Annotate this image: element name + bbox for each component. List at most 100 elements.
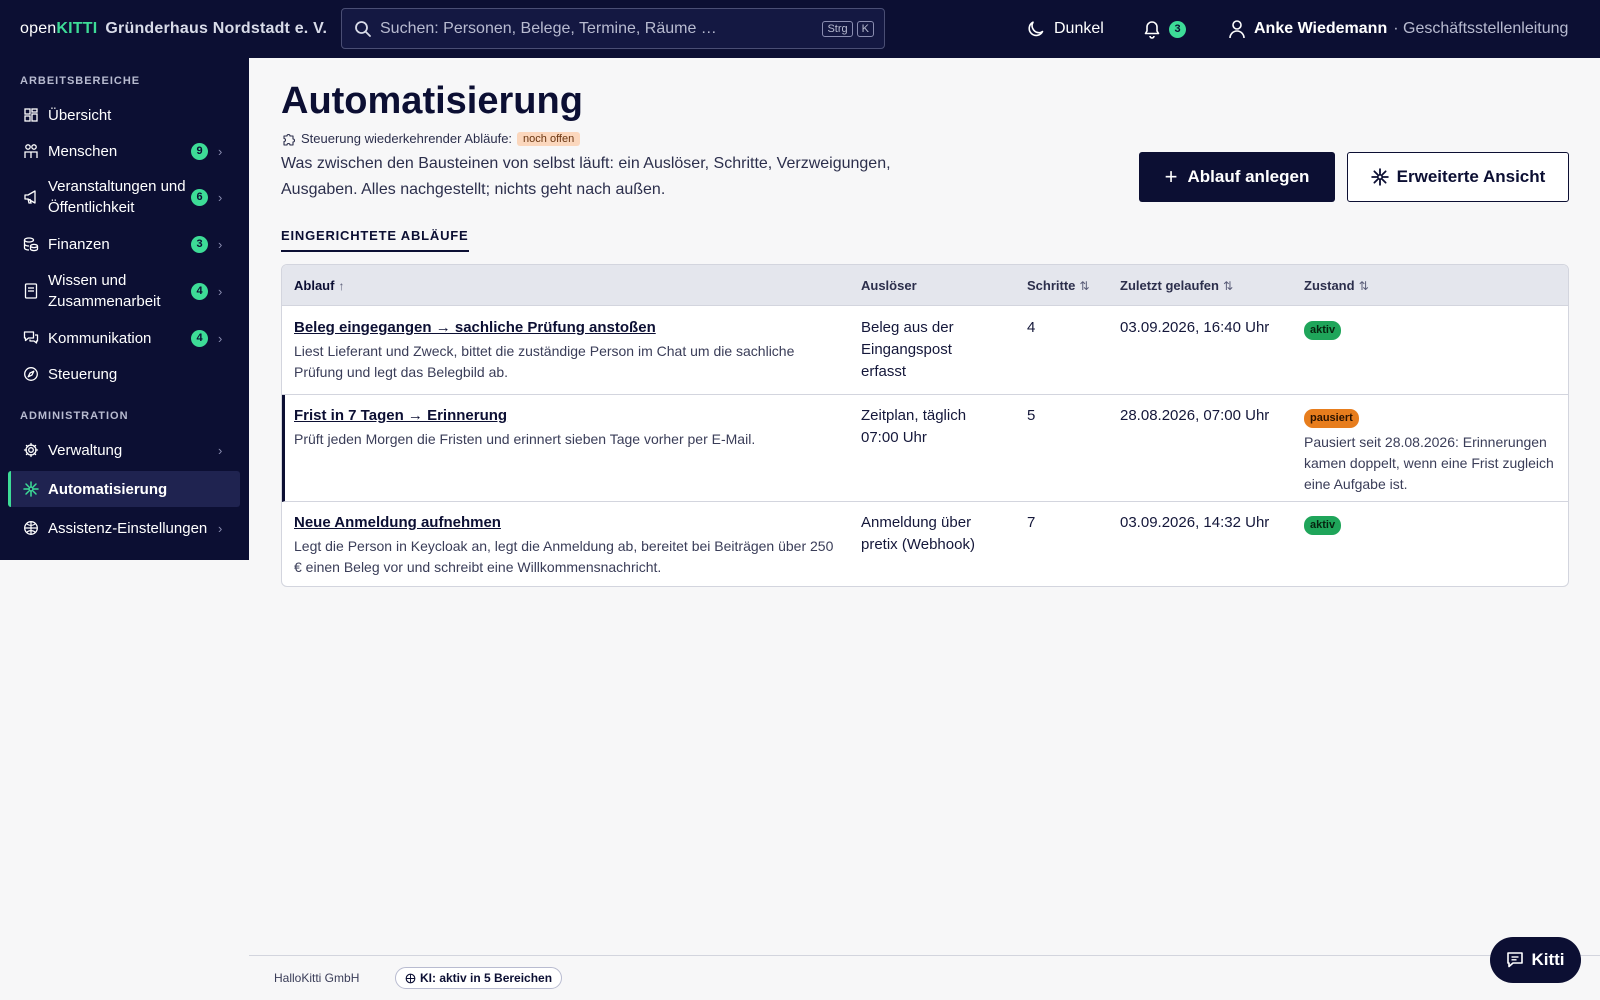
state-cell: pausiert Pausiert seit 28.08.2026: Erinn… [1304, 406, 1554, 495]
steps-cell: 7 [1027, 514, 1036, 531]
compass-icon [22, 365, 40, 383]
sidebar-item-label: Assistenz-Einstellungen [48, 519, 208, 537]
flow-description: Prüft jeden Morgen die Fristen und erinn… [294, 431, 756, 447]
sidebar-item-label: Menschen [48, 142, 118, 160]
sidebar-item-finanzen[interactable]: Finanzen 3 › [8, 229, 240, 259]
trigger-cell: Zeitplan, täglich 07:00 Uhr [861, 407, 967, 446]
sidebar-item-kommunikation[interactable]: Kommunikation 4 › [8, 323, 240, 353]
chat-icon [1507, 952, 1524, 968]
book-icon [22, 282, 40, 300]
sidebar-item-steuerung[interactable]: Steuerung [8, 359, 240, 389]
sidebar-item-wissen[interactable]: Wissen und Zusammenarbeit 4 › [8, 267, 240, 315]
brand-open: open [20, 20, 57, 37]
flow-title-link[interactable]: Neue Anmeldung aufnehmen [294, 512, 834, 534]
add-flow-label: Ablauf anlegen [1187, 167, 1310, 186]
assistant-icon [22, 519, 40, 537]
gear-icon [22, 441, 40, 459]
column-header-flow[interactable]: Ablauf ↑ [294, 278, 344, 293]
sidebar-item-menschen[interactable]: Menschen 9 › [8, 136, 240, 166]
automation-icon [1370, 168, 1389, 186]
status-badge-open: noch offen [517, 131, 581, 146]
chevron-right-icon: › [218, 442, 223, 458]
column-header-steps[interactable]: Schritte ⇅ [1027, 278, 1089, 293]
subline: Steuerung wiederkehrender Abläufe: noch … [282, 131, 581, 146]
people-icon [22, 142, 40, 160]
user-menu[interactable]: Anke Wiedemann · Geschäftsstellenleitung [1228, 0, 1568, 58]
sidebar-item-assistenz[interactable]: Assistenz-Einstellungen › [8, 513, 240, 543]
sidebar-item-label: Veranstaltungen und Öffentlichkeit [48, 178, 186, 216]
sidebar-item-veranstaltungen[interactable]: Veranstaltungen und Öffentlichkeit 6 › [8, 173, 240, 221]
sidebar-item-label: Wissen und Zusammenarbeit [48, 272, 161, 310]
flow-cell: Neue Anmeldung aufnehmen Legt die Person… [294, 512, 834, 578]
search-icon [355, 20, 371, 37]
trigger-cell: Anmeldung über pretix (Webhook) [861, 514, 975, 553]
advanced-view-button[interactable]: Erweiterte Ansicht [1347, 152, 1569, 202]
footer: HalloKitti GmbH KI: aktiv in 5 Bereichen [249, 955, 1600, 1000]
kitti-chat-label: Kitti [1531, 950, 1565, 969]
user-name: Anke Wiedemann [1254, 20, 1388, 37]
status-badge: aktiv [1304, 321, 1342, 340]
dark-mode-toggle[interactable]: Dunkel [1026, 0, 1104, 58]
kbd-k: K [856, 20, 874, 37]
flow-cell: Frist in 7 Tagen → Erinnerung Prüft jede… [294, 405, 834, 450]
column-header-last-run[interactable]: Zuletzt gelaufen ⇅ [1120, 278, 1233, 293]
flow-title-link[interactable]: Frist in 7 Tagen → Erinnerung [294, 405, 834, 427]
table-header: Ablauf ↑ Auslöser Schritte ⇅ Zuletzt gelau… [282, 265, 1568, 306]
steps-cell: 4 [1027, 319, 1036, 336]
sidebar-item-label: Finanzen [48, 235, 110, 253]
search-box[interactable]: Strg K [341, 8, 885, 49]
table-row[interactable]: Neue Anmeldung aufnehmen Legt die Person… [282, 502, 1568, 586]
status-badge: pausiert [1304, 409, 1359, 428]
search-input[interactable] [380, 19, 823, 38]
column-header-label: Zustand [1304, 278, 1355, 293]
column-header-label: Ablauf [294, 278, 335, 293]
sidebar-item-automatisierung[interactable]: Automatisierung [8, 471, 240, 507]
megaphone-icon [22, 188, 40, 206]
sort-icon: ⇅ [1222, 279, 1234, 293]
chevron-right-icon: › [218, 283, 223, 299]
flow-description: Legt die Person in Keycloak an, legt die… [294, 538, 834, 575]
sidebar-item-label: Automatisierung [48, 480, 168, 498]
chevron-right-icon: › [218, 330, 223, 346]
notifications-button[interactable]: 3 [1143, 0, 1186, 58]
state-cell: aktiv [1304, 318, 1554, 340]
sort-icon: ⇅ [1358, 279, 1369, 293]
section-heading-work: ARBEITSBEREICHE [20, 75, 141, 87]
flow-description: Liest Lieferant und Zweck, bittet die zu… [294, 343, 795, 380]
brand[interactable]: open KITTI Gründerhaus Nordstadt e. V. [20, 0, 327, 58]
tab-eingerichtete-ablaeufe[interactable]: EINGERICHTETE ABLÄUFE [281, 228, 469, 252]
coins-icon [22, 235, 40, 253]
sidebar-item-verwaltung[interactable]: Verwaltung › [8, 435, 240, 465]
table-row[interactable]: Frist in 7 Tagen → Erinnerung Prüft jede… [282, 395, 1568, 502]
ki-status-label: KI: aktiv in 5 Bereichen [420, 971, 553, 985]
automation-icon [22, 480, 40, 498]
column-header-trigger[interactable]: Auslöser [861, 278, 917, 293]
grid-icon [22, 106, 40, 124]
top-bar: openKITTI Gründerhaus Nordstadt e. V. St… [0, 0, 1600, 58]
sidebar-item-uebersicht[interactable]: Übersicht [8, 100, 240, 130]
flow-title-link[interactable]: Beleg eingegangen → sachliche Prüfung an… [294, 317, 834, 339]
add-flow-button[interactable]: + Ablauf anlegen [1139, 152, 1335, 202]
search-shortcut: Strg K [822, 20, 878, 37]
user-icon [1229, 20, 1245, 39]
table-row[interactable]: Beleg eingegangen → sachliche Prüfung an… [282, 306, 1568, 395]
ki-status-pill[interactable]: KI: aktiv in 5 Bereichen [395, 967, 563, 989]
column-header-state[interactable]: Zustand ⇅ [1304, 278, 1369, 293]
sidebar-item-label: Übersicht [48, 106, 112, 124]
chat-icon [22, 329, 40, 347]
flows-table: Ablauf ↑ Auslöser Schritte ⇅ Zuletzt gelau… [281, 264, 1569, 587]
moon-icon [1028, 21, 1044, 37]
chevron-right-icon: › [218, 189, 223, 205]
chevron-right-icon: › [218, 236, 223, 252]
advanced-view-label: Erweiterte Ansicht [1396, 167, 1546, 186]
last-run-cell: 03.09.2026, 16:40 Uhr [1120, 319, 1270, 336]
puzzle-icon [283, 133, 295, 146]
subline-label: Steuerung wiederkehrender Abläufe: [301, 131, 513, 146]
plus-icon: + [1164, 164, 1178, 189]
sidebar-item-count: 9 [191, 142, 208, 160]
sidebar-item-label: Steuerung [48, 365, 118, 383]
status-badge: aktiv [1304, 516, 1342, 535]
footer-company: HalloKitti GmbH [274, 971, 360, 985]
kitti-chat-button[interactable]: Kitti [1490, 937, 1581, 983]
sidebar-item-count: 4 [191, 329, 208, 347]
